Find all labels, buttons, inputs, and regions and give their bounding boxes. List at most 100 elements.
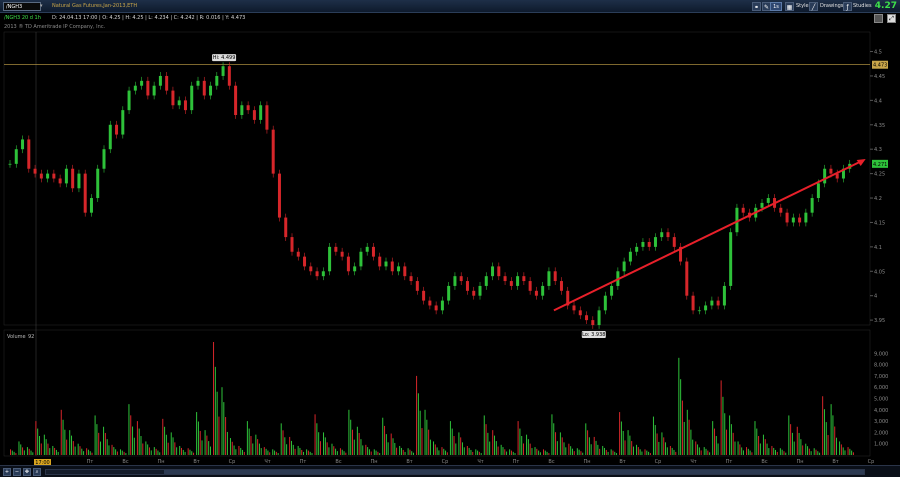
volume-bar — [819, 452, 821, 455]
lo-label: Lo: 3.938 — [582, 332, 605, 338]
candle-body — [722, 285, 726, 306]
volume-bar — [779, 448, 781, 455]
volume-bar — [277, 453, 279, 455]
volume-bar — [96, 424, 98, 455]
candle-body — [359, 251, 363, 267]
volume-bar — [631, 441, 633, 455]
candle-body — [340, 251, 344, 257]
candle-body — [779, 207, 783, 213]
volume-bar — [301, 449, 303, 455]
volume-bar — [326, 442, 328, 455]
volume-bar — [331, 443, 333, 455]
volume-bar — [661, 432, 663, 455]
y-tick-label: 4.35 — [874, 123, 885, 129]
volume-bar — [197, 421, 199, 455]
pan-icon[interactable]: ✥ — [23, 468, 31, 476]
volume-bar — [413, 452, 415, 455]
volume-bar — [492, 430, 494, 455]
candle-body — [21, 139, 25, 150]
volume-bar — [292, 444, 294, 455]
volume-bar — [438, 450, 440, 455]
search-icon[interactable]: ⌕ — [33, 468, 41, 476]
volume-bar — [250, 436, 252, 455]
volume-bar — [252, 443, 254, 455]
volume-bar — [23, 450, 25, 455]
candle-body — [277, 173, 281, 218]
volume-bar — [639, 449, 641, 455]
volume-bar — [113, 447, 115, 455]
volume-bar — [729, 415, 731, 455]
volume-bar — [66, 439, 68, 455]
volume-bar — [229, 438, 231, 455]
candle-body — [741, 207, 745, 213]
volume-bar — [497, 446, 499, 455]
volume-bar — [103, 426, 105, 455]
time-scrollbar[interactable] — [45, 469, 865, 475]
candle-body — [534, 290, 538, 296]
volume-bar — [91, 452, 93, 455]
price-chart[interactable]: 3.95 4 4.05 4.1 4.15 4.2 4.25 4.3 4.35 4.4 4.45 4.5… — [0, 0, 900, 477]
volume-bar — [323, 432, 325, 455]
volume-bar — [115, 449, 117, 455]
candle-body — [58, 178, 62, 184]
volume-bar — [810, 451, 812, 455]
volume-bar — [771, 445, 773, 455]
candle-body — [202, 80, 206, 96]
volume-bar — [690, 429, 692, 455]
volume-bar — [624, 440, 626, 455]
candle-body — [660, 232, 664, 238]
volume-bar — [455, 443, 457, 455]
volume-bar — [434, 444, 436, 455]
volume-bar — [671, 447, 673, 455]
volume-bar — [294, 448, 296, 455]
volume-bar — [746, 447, 748, 455]
volume-bar — [148, 447, 150, 455]
volume-pane — [3, 329, 871, 457]
candle-body — [697, 310, 701, 312]
candle-body — [635, 246, 639, 252]
candle-body — [403, 266, 407, 277]
candle-body — [478, 285, 482, 296]
volume-bar — [451, 428, 453, 455]
candle-body — [572, 305, 576, 311]
volume-bar — [523, 443, 524, 455]
candle-body — [528, 281, 532, 291]
volume-bar — [159, 452, 161, 455]
volume-bar — [193, 452, 195, 455]
volume-bar — [847, 447, 849, 455]
zoom-out-icon[interactable]: − — [13, 468, 21, 476]
volume-bar — [563, 442, 565, 455]
volume-bar — [551, 414, 553, 455]
candle-body — [46, 173, 50, 179]
volume-bar — [119, 449, 121, 455]
candle-body — [798, 217, 802, 223]
volume-bar — [669, 445, 671, 455]
scroll-thumb[interactable] — [164, 470, 864, 474]
candle-body — [227, 66, 231, 86]
y-tick-label: 4.5 — [874, 50, 882, 56]
volume-bar — [174, 442, 176, 455]
volume-bar — [548, 453, 550, 455]
volume-bar — [226, 431, 228, 455]
zoom-in-icon[interactable]: + — [3, 468, 11, 476]
volume-bar — [627, 430, 629, 455]
volume-bar — [108, 445, 110, 455]
y-tick-label: 4.45 — [874, 74, 885, 80]
volume-bar — [648, 451, 650, 455]
volume-bar — [546, 451, 548, 455]
candle-body — [8, 163, 12, 165]
volume-bar — [289, 436, 291, 455]
volume-bar — [555, 432, 557, 455]
candle-body — [810, 198, 814, 213]
trendline[interactable] — [553, 161, 861, 312]
candle-body — [603, 295, 607, 311]
volume-bar — [790, 424, 792, 455]
volume-bar — [756, 428, 758, 455]
volume-bar — [805, 443, 807, 455]
candle-body — [121, 110, 125, 135]
volume-bar — [258, 443, 260, 455]
volume-bar — [487, 432, 489, 455]
candle-body — [428, 300, 432, 306]
candle-body — [77, 173, 81, 189]
volume-bar — [225, 417, 227, 455]
